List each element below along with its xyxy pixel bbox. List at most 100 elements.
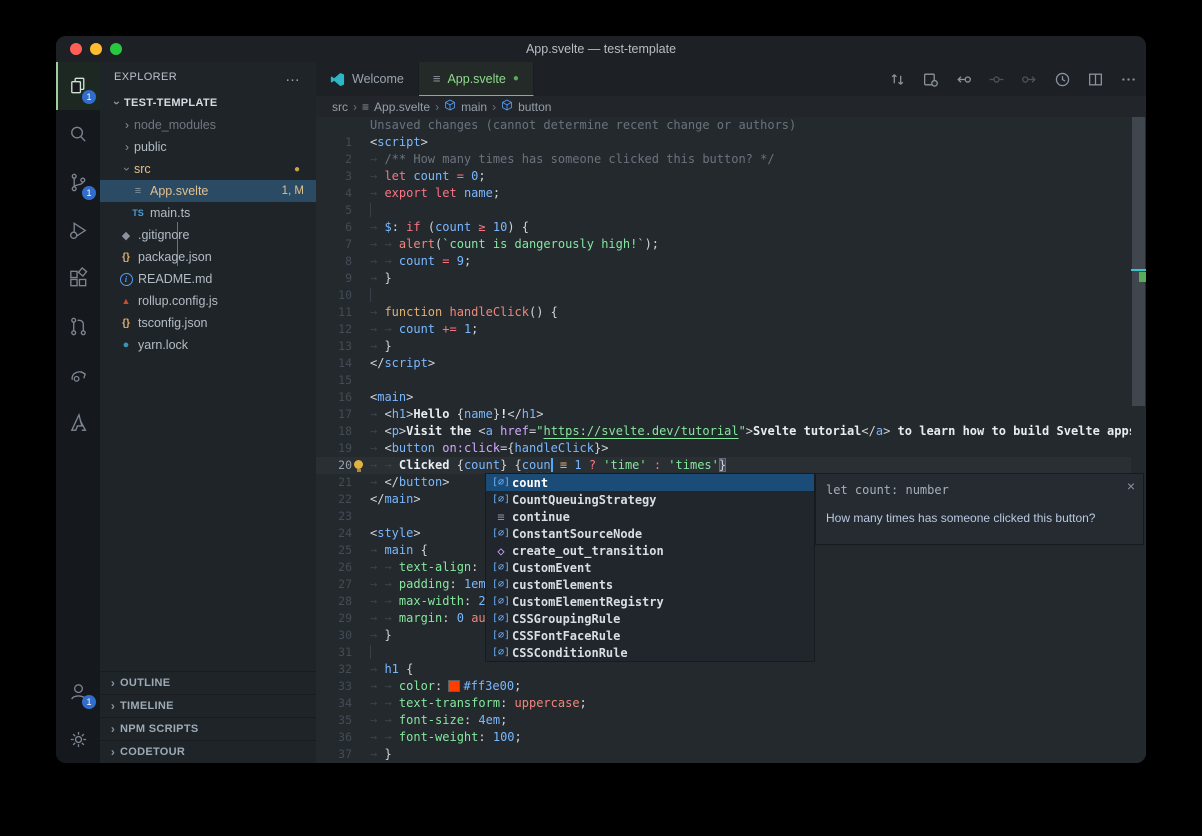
activity-item-accounts[interactable]: 1 (56, 667, 100, 715)
minimize-window-button[interactable] (90, 43, 102, 55)
breadcrumb-item-src[interactable]: src (332, 100, 348, 114)
tree-item-label: README.md (138, 272, 212, 286)
activity-item-search[interactable] (56, 110, 100, 158)
code-line-35[interactable]: 35→ → font-size: 4em; (316, 712, 1131, 729)
suggest-item-customelementregistry[interactable]: [∅]CustomElementRegistry (486, 593, 814, 610)
code-line-8[interactable]: 8→ → count = 9; (316, 253, 1131, 270)
tree-item-src[interactable]: ›src● (100, 158, 316, 180)
code-line-6[interactable]: 6→ $: if (count ≥ 10) { (316, 219, 1131, 236)
tree-item-yarn-lock[interactable]: ●yarn.lock (100, 334, 316, 356)
close-window-button[interactable] (70, 43, 82, 55)
suggest-item-customelements[interactable]: [∅]customElements (486, 576, 814, 593)
overview-ruler[interactable] (1131, 117, 1146, 763)
gitlens-compare-icon[interactable] (885, 67, 909, 91)
line-number: 26 (316, 559, 352, 576)
suggest-item-cssfontfacerule[interactable]: [∅]CSSFontFaceRule (486, 627, 814, 644)
color-swatch[interactable] (449, 681, 459, 691)
code-line-33[interactable]: 33→ → color: #ff3e00; (316, 678, 1131, 695)
code-line-15[interactable]: 15 (316, 372, 1131, 389)
code-line-34[interactable]: 34→ → text-transform: uppercase; (316, 695, 1131, 712)
activity-item-extensions[interactable] (56, 254, 100, 302)
code-line-11[interactable]: 11→ function handleClick() { (316, 304, 1131, 321)
code-line-20[interactable]: 20→ → Clicked {count} {coun ≡ 1 ? 'time'… (316, 457, 1131, 474)
line-number: 23 (316, 508, 352, 525)
activity-item-live-share[interactable] (56, 350, 100, 398)
titlebar[interactable]: App.svelte — test-template (56, 36, 1146, 62)
code-viewport[interactable]: Unsaved changes (cannot determine recent… (316, 117, 1131, 763)
suggest-item-cssconditionrule[interactable]: [∅]CSSConditionRule (486, 644, 814, 661)
code-line-10[interactable]: 10▏ (316, 287, 1131, 304)
nav-back-icon[interactable] (951, 67, 975, 91)
activity-item-azure[interactable] (56, 398, 100, 446)
code-line-5[interactable]: 5▏ (316, 202, 1131, 219)
tab-app-svelte[interactable]: ≡App.svelte● (419, 62, 534, 96)
tree-item-tsconfig-json[interactable]: {}tsconfig.json (100, 312, 316, 334)
code-line-4[interactable]: 4→ export let name; (316, 185, 1131, 202)
tree-item-main-ts[interactable]: TSmain.ts (100, 202, 316, 224)
code-line-3[interactable]: 3→ let count = 0; (316, 168, 1131, 185)
code-line-12[interactable]: 12→ → count += 1; (316, 321, 1131, 338)
code-line-19[interactable]: 19→ <button on:click={handleClick}> (316, 440, 1131, 457)
code-line-2[interactable]: 2→ /** How many times has someone clicke… (316, 151, 1131, 168)
tab-welcome[interactable]: Welcome (316, 62, 419, 96)
variable-kind-icon: [∅] (490, 528, 512, 539)
lightbulb-icon[interactable] (354, 460, 363, 469)
section-timeline[interactable]: ›TIMELINE (100, 694, 316, 717)
suggest-item-count[interactable]: [∅]count (486, 474, 814, 491)
section-outline[interactable]: ›OUTLINE (100, 671, 316, 694)
tree-item-node-modules[interactable]: ›node_modules (100, 114, 316, 136)
code-line-text: <main> (352, 389, 413, 406)
breadcrumb-item-button[interactable]: button (518, 100, 551, 114)
open-preview-icon[interactable] (918, 67, 942, 91)
activity-item-source-control[interactable]: 1 (56, 158, 100, 206)
tree-item-readme-md[interactable]: iREADME.md (100, 268, 316, 290)
indent-guide (177, 222, 178, 266)
code-line-1[interactable]: 1<script> (316, 134, 1131, 151)
activity-item-run-debug[interactable] (56, 206, 100, 254)
tree-item-package-json[interactable]: {}package.json (100, 246, 316, 268)
tree-root[interactable]: ›TEST-TEMPLATE (100, 92, 316, 114)
code-line-37[interactable]: 37→ } (316, 746, 1131, 763)
tree-item--gitignore[interactable]: ◆.gitignore (100, 224, 316, 246)
suggest-docs-description: How many times has someone clicked this … (816, 497, 1143, 525)
activity-item-github-pr[interactable] (56, 302, 100, 350)
code-line-17[interactable]: 17→ <h1>Hello {name}!</h1> (316, 406, 1131, 423)
suggest-item-cssgroupingrule[interactable]: [∅]CSSGroupingRule (486, 610, 814, 627)
suggest-docs-panel: let count: number How many times has som… (815, 473, 1144, 545)
suggest-item-customevent[interactable]: [∅]CustomEvent (486, 559, 814, 576)
code-line-13[interactable]: 13→ } (316, 338, 1131, 355)
explorer-more-actions-icon[interactable]: … (285, 73, 302, 81)
breadcrumb-item-main[interactable]: main (461, 100, 487, 114)
suggest-item-continue[interactable]: ≡continue (486, 508, 814, 525)
section-codetour[interactable]: ›CODETOUR (100, 740, 316, 763)
code-line-18[interactable]: 18→ <p>Visit the <a href="https://svelte… (316, 423, 1131, 440)
code-line-14[interactable]: 14</script> (316, 355, 1131, 372)
scrollbar-slider[interactable] (1132, 117, 1145, 406)
breadcrumb[interactable]: src›≡App.svelte›main›button (316, 96, 1146, 117)
code-line-36[interactable]: 36→ → font-weight: 100; (316, 729, 1131, 746)
timeline-clock-icon[interactable] (1050, 67, 1074, 91)
code-line-32[interactable]: 32→ h1 { (316, 661, 1131, 678)
tree-item-public[interactable]: ›public (100, 136, 316, 158)
line-number: 7 (316, 236, 352, 253)
code-line-7[interactable]: 7→ → alert(`count is dangerously high!`)… (316, 236, 1131, 253)
activity-item-explorer[interactable]: 1 (56, 62, 100, 110)
section-npm-scripts[interactable]: ›NPM SCRIPTS (100, 717, 316, 740)
more-actions-icon[interactable] (1116, 67, 1140, 91)
suggest-item-countqueuingstrategy[interactable]: [∅]CountQueuingStrategy (486, 491, 814, 508)
code-line-9[interactable]: 9→ } (316, 270, 1131, 287)
tree-item-app-svelte[interactable]: ≡App.svelte1, M (100, 180, 316, 202)
breadcrumb-item-app-svelte[interactable]: App.svelte (374, 100, 430, 114)
line-number: 20 (316, 457, 352, 474)
suggest-item-label: continue (512, 510, 570, 524)
suggest-item-create_out_transition[interactable]: ◇create_out_transition (486, 542, 814, 559)
tree-item-rollup-config-js[interactable]: ▲rollup.config.js (100, 290, 316, 312)
live-share-icon (67, 363, 90, 386)
suggest-item-constantsourcenode[interactable]: [∅]ConstantSourceNode (486, 525, 814, 542)
code-line-16[interactable]: 16<main> (316, 389, 1131, 406)
close-icon[interactable]: × (1127, 478, 1135, 494)
zoom-window-button[interactable] (110, 43, 122, 55)
chevron-right-icon: › (120, 118, 134, 132)
activity-item-settings[interactable] (56, 715, 100, 763)
split-editor-icon[interactable] (1083, 67, 1107, 91)
